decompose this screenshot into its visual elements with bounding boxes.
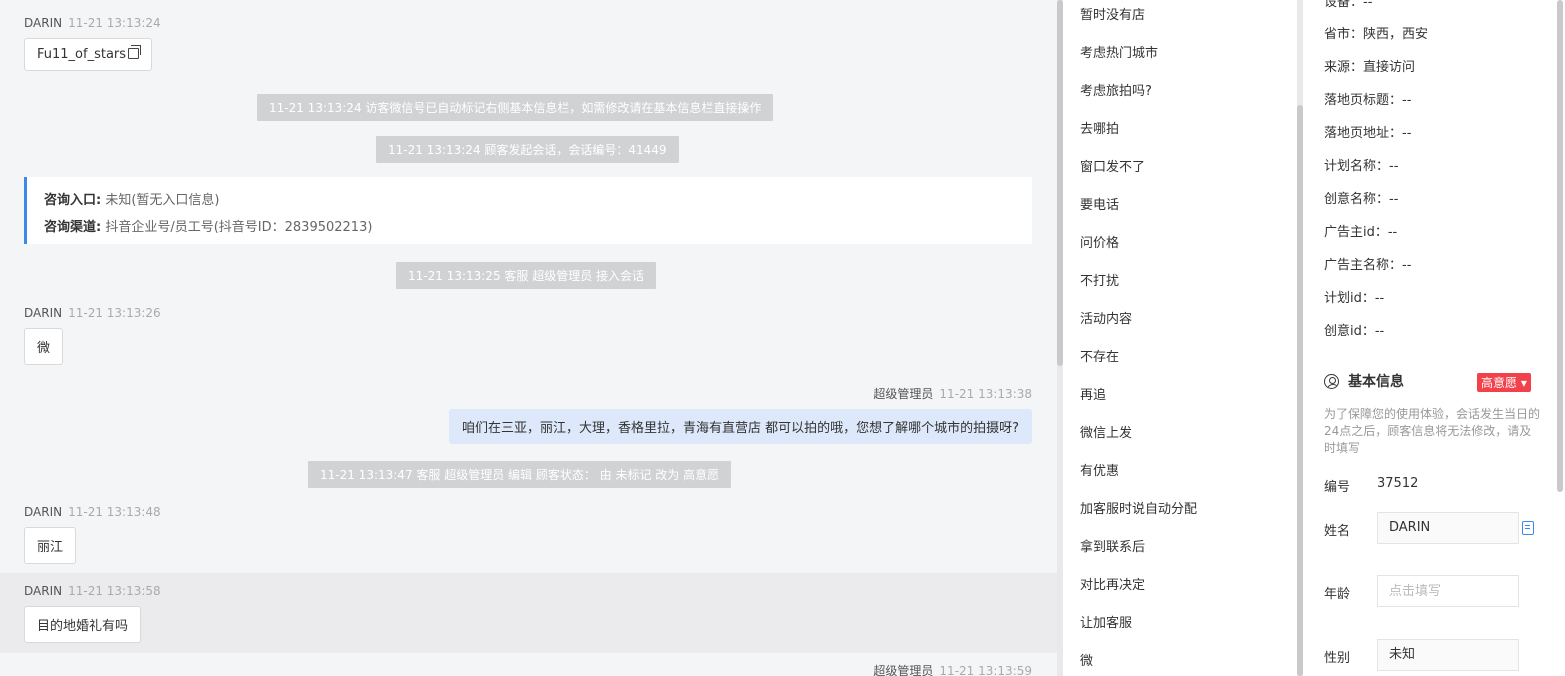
message-header: DARIN 11-21 13:13:26 [24, 306, 161, 320]
message-time: 11-21 13:13:58 [68, 584, 161, 598]
chat-message: DARIN 11-21 13:13:58 目的地婚礼有吗 [24, 584, 161, 643]
message-time: 11-21 13:13:48 [68, 505, 161, 519]
quick-reply-item[interactable]: 拿到联系后 [1080, 536, 1145, 555]
message-header: 超级管理员 11-21 13:13:59 [873, 662, 1032, 676]
id-label: 编号 [1324, 480, 1351, 495]
quick-reply-item[interactable]: 有优惠 [1080, 460, 1119, 479]
name-field[interactable]: DARIN [1377, 512, 1519, 544]
chat-panel[interactable]: DARIN 11-21 13:13:24 Fu11_of_stars 11-21 … [0, 0, 1057, 676]
quick-reply-item[interactable]: 暂时没有店 [1080, 4, 1145, 23]
message-bubble[interactable]: 咱们在三亚，丽江，大理，香格里拉，青海有直营店 都可以拍的哦，您想了解哪个城市的… [448, 409, 1032, 444]
source-info-field: 来源：直接访问 [1324, 60, 1416, 75]
customer-info-panel: 设备：-- 省市：陕西，西安 来源：直接访问 落地页标题：-- 落地页地址：-- 计划名… [1303, 0, 1565, 676]
message-time: 11-21 13:13:59 [939, 664, 1032, 676]
sender-name: DARIN [24, 505, 63, 519]
gender-label: 性别 [1324, 651, 1351, 666]
quick-reply-list: 暂时没有店考虑热门城市 考虑旅拍吗? 去哪拍窗口发不了要电话问价格不打扰活动内容不存… [1063, 0, 1297, 676]
intent-status-dropdown[interactable]: 高意愿 ▾ [1477, 373, 1531, 392]
source-info-field: 计划id：-- [1324, 291, 1385, 306]
copy-edit-icon[interactable] [1522, 521, 1534, 535]
message-time: 11-21 13:13:24 [68, 16, 161, 30]
device-field: 设备：-- [1324, 0, 1373, 10]
message-bubble[interactable]: 丽江 [24, 527, 77, 564]
quick-reply-item[interactable]: 考虑热门城市 [1080, 42, 1158, 61]
source-info-field: 广告主id：-- [1324, 225, 1398, 240]
source-info-field: 创意名称：-- [1324, 192, 1399, 207]
edit-notice: 为了保障您的使用体验，会话发生当日的24点之后，顾客信息将无法修改，请及时填写 [1324, 407, 1541, 455]
system-notice: 11-21 13:13:47 客服 超级管理员 编辑 顾客状态： 由 未标记 改… [308, 461, 732, 488]
quick-reply-item[interactable]: 去哪拍 [1080, 118, 1119, 137]
system-notice: 11-21 13:13:25 客服 超级管理员 接入会话 [396, 262, 657, 289]
sender-name: DARIN [24, 16, 63, 30]
name-label: 姓名 [1324, 524, 1351, 539]
quick-reply-item[interactable]: 微 [1080, 650, 1093, 669]
source-info-field: 省市：陕西，西安 [1324, 27, 1429, 42]
age-label: 年龄 [1324, 587, 1351, 602]
source-info-field: 广告主名称：-- [1324, 258, 1412, 273]
copy-icon[interactable] [128, 45, 142, 59]
consult-info-card: 咨询入口: 未知(暂无入口信息) 咨询渠道: 抖音企业号/员工号(抖音号ID：2… [24, 177, 1032, 244]
quick-reply-item[interactable]: 微信上发 [1080, 422, 1132, 441]
id-value: 37512 [1377, 476, 1419, 491]
source-info-field: 创意id：-- [1324, 324, 1385, 339]
consult-entry: 咨询入口: 未知(暂无入口信息) [44, 193, 220, 208]
quick-reply-item[interactable]: 要电话 [1080, 194, 1119, 213]
basic-info-title: 基本信息 [1324, 371, 1404, 391]
source-info-field: 落地页地址：-- [1324, 126, 1412, 141]
quick-reply-item[interactable]: 再追 [1080, 384, 1106, 403]
message-header: DARIN 11-21 13:13:58 [24, 584, 161, 598]
quick-reply-item[interactable]: 加客服时说自动分配 [1080, 498, 1197, 517]
quick-reply-item[interactable]: 对比再决定 [1080, 574, 1145, 593]
age-field[interactable] [1377, 575, 1519, 607]
chat-message: DARIN 11-21 13:13:48 丽江 [24, 505, 161, 564]
chat-message-outgoing: 超级管理员 11-21 13:13:59 [873, 662, 1032, 676]
message-bubble[interactable]: Fu11_of_stars [24, 38, 153, 71]
quick-reply-item[interactable]: 不存在 [1080, 346, 1119, 365]
message-bubble[interactable]: 微 [24, 328, 64, 365]
quick-reply-item[interactable]: 让加客服 [1080, 612, 1132, 631]
info-scrollbar[interactable] [1557, 0, 1563, 492]
gender-field[interactable]: 未知 [1377, 639, 1519, 671]
source-info-field: 落地页标题：-- [1324, 93, 1412, 108]
quick-reply-item[interactable]: 问价格 [1080, 232, 1119, 251]
message-text: Fu11_of_stars [37, 47, 127, 62]
chat-message-outgoing: 超级管理员 11-21 13:13:38 咱们在三亚，丽江，大理，香格里拉，青海有… [448, 385, 1032, 444]
chat-message: DARIN 11-21 13:13:24 Fu11_of_stars [24, 16, 161, 71]
sender-name: DARIN [24, 306, 63, 320]
quick-reply-item[interactable]: 不打扰 [1080, 270, 1119, 289]
message-header: 超级管理员 11-21 13:13:38 [449, 385, 1032, 402]
sender-name: DARIN [24, 584, 63, 598]
system-notice: 11-21 13:13:24 顾客发起会话，会话编号：41449 [376, 136, 679, 163]
chat-message: DARIN 11-21 13:13:26 微 [24, 306, 161, 365]
source-info-field: 计划名称：-- [1324, 159, 1399, 174]
quick-reply-item[interactable]: 考虑旅拍吗? [1080, 80, 1152, 99]
message-header: DARIN 11-21 13:13:24 [24, 16, 161, 30]
message-time: 11-21 13:13:38 [939, 387, 1032, 401]
consult-channel: 咨询渠道: 抖音企业号/员工号(抖音号ID：2839502213) [44, 220, 373, 235]
sender-name: 超级管理员 [873, 387, 934, 401]
user-circle-icon [1324, 373, 1339, 389]
sender-name: 超级管理员 [873, 664, 934, 676]
system-notice: 11-21 13:13:24 访客微信号已自动标记右侧基本信息栏，如需修改请在基… [257, 94, 774, 121]
message-bubble[interactable]: 目的地婚礼有吗 [24, 606, 142, 643]
quick-reply-item[interactable]: 窗口发不了 [1080, 156, 1145, 175]
message-time: 11-21 13:13:26 [68, 306, 161, 320]
message-header: DARIN 11-21 13:13:48 [24, 505, 161, 519]
quick-reply-item[interactable]: 活动内容 [1080, 308, 1132, 327]
